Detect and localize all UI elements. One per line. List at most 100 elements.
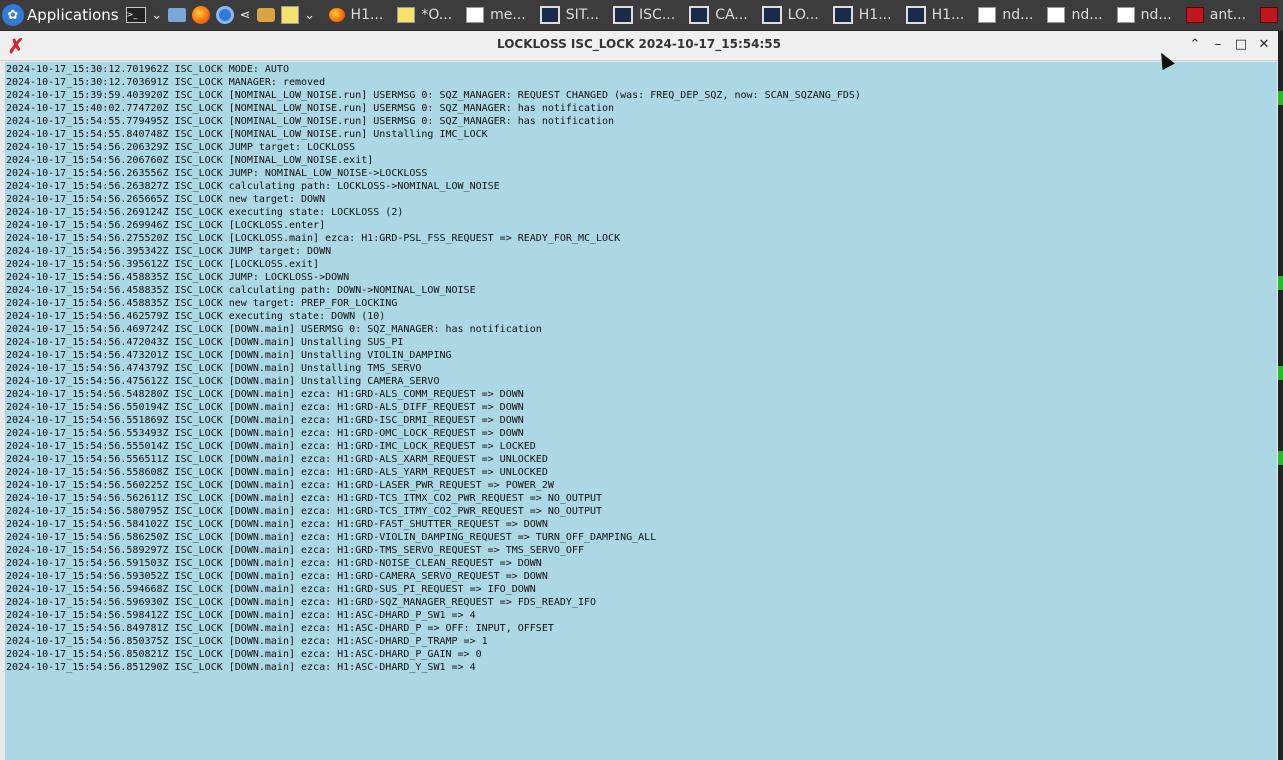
taskbar-task[interactable]: H1... (900, 2, 971, 28)
close-button[interactable]: ✕ (1255, 36, 1273, 54)
log-line: 2024-10-17_15:54:56.589297Z ISC_LOCK [DO… (6, 545, 584, 556)
log-line: 2024-10-17_15:54:56.553493Z ISC_LOCK [DO… (6, 428, 524, 439)
log-line: 2024-10-17_15:54:56.206760Z ISC_LOCK [NO… (6, 155, 374, 166)
log-line: 2024-10-17_15:54:56.591503Z ISC_LOCK [DO… (6, 558, 542, 569)
edge-marker (1278, 276, 1283, 290)
log-line: 2024-10-17_15:54:56.556511Z ISC_LOCK [DO… (6, 454, 548, 465)
log-line: 2024-10-17_15:54:56.596930Z ISC_LOCK [DO… (6, 597, 597, 608)
taskbar-task-label: ant... (1209, 7, 1247, 23)
log-line: 2024-10-17_15:39:59.403920Z ISC_LOCK [NO… (6, 90, 861, 101)
taskbar-task-label: CA... (715, 7, 748, 23)
minimize-button[interactable]: – (1209, 36, 1227, 54)
taskbar-task[interactable]: ant... (1180, 2, 1252, 28)
applications-label: Applications (27, 6, 119, 24)
taskbar-task[interactable]: nd... (972, 2, 1039, 28)
taskbar-task-label: LO... (787, 7, 819, 23)
taskbar-task-label: ISC... (639, 7, 676, 23)
taskbar-task-label: H1... (350, 7, 384, 23)
log-line: 2024-10-17_15:30:12.701962Z ISC_LOCK MOD… (6, 64, 289, 75)
firefox-launcher-icon[interactable] (191, 3, 210, 27)
taskbar-task[interactable]: nd... (1111, 2, 1178, 28)
log-line: 2024-10-17_15:54:56.263827Z ISC_LOCK cal… (6, 181, 500, 192)
window-icon (1047, 7, 1066, 23)
log-line: 2024-10-17_15:54:56.558608Z ISC_LOCK [DO… (6, 467, 548, 478)
monitor-icon (539, 6, 560, 24)
log-line: 2024-10-17_15:54:56.275520Z ISC_LOCK [LO… (6, 233, 621, 244)
taskbar-task[interactable]: ant... (1254, 2, 1283, 28)
monitor-icon (761, 6, 782, 24)
log-line: 2024-10-17_15:54:56.269946Z ISC_LOCK [LO… (6, 220, 326, 231)
log-line: 2024-10-17_15:54:56.584102Z ISC_LOCK [DO… (6, 519, 548, 530)
window-titlebar[interactable]: ✗ LOCKLOSS ISC_LOCK 2024-10-17_15:54:55 … (0, 31, 1278, 61)
log-line: 2024-10-17_15:54:56.551869Z ISC_LOCK [DO… (6, 415, 524, 426)
taskbar-task[interactable]: me... (460, 2, 532, 28)
red-terminal-icon (1185, 7, 1204, 23)
window-icon (978, 7, 997, 23)
lockloss-window: ✗ LOCKLOSS ISC_LOCK 2024-10-17_15:54:55 … (0, 31, 1278, 760)
log-line: 2024-10-17_15:54:56.395612Z ISC_LOCK [LO… (6, 259, 320, 270)
monitor-icon (905, 6, 926, 24)
log-line: 2024-10-17_15:30:12.703691Z ISC_LOCK MAN… (6, 77, 326, 88)
log-lines: 2024-10-17_15:30:12.701962Z ISC_LOCK MOD… (5, 62, 1277, 674)
applications-menu[interactable]: ✿ Applications (0, 0, 123, 30)
taskbar-task[interactable]: SIT... (534, 2, 605, 28)
log-line: 2024-10-17_15:54:56.562611Z ISC_LOCK [DO… (6, 493, 603, 504)
taskbar-task[interactable]: H1... (323, 2, 390, 28)
background-window-edge (1278, 31, 1283, 760)
taskbar-task[interactable]: *O... (391, 2, 458, 28)
taskbar-task-label: H1... (858, 7, 892, 23)
log-line: 2024-10-17_15:54:56.263556Z ISC_LOCK JUM… (6, 168, 428, 179)
distro-logo-icon: ✿ (2, 4, 24, 26)
log-line: 2024-10-17_15:54:56.851290Z ISC_LOCK [DO… (6, 662, 476, 673)
monitor-icon (832, 6, 853, 24)
file-manager-icon[interactable] (167, 3, 186, 27)
maximize-button[interactable]: □ (1232, 36, 1250, 54)
log-line: 2024-10-17_15:54:56.395342Z ISC_LOCK JUM… (6, 246, 332, 257)
log-line: 2024-10-17_15:54:56.850821Z ISC_LOCK [DO… (6, 649, 482, 660)
terminal-launcher-icon[interactable]: >_ (125, 3, 146, 27)
log-line: 2024-10-17_15:54:56.594668Z ISC_LOCK [DO… (6, 584, 536, 595)
log-line: 2024-10-17_15:54:56.206329Z ISC_LOCK JUM… (6, 142, 356, 153)
taskbar-task[interactable]: CA... (683, 2, 753, 28)
log-view[interactable]: 2024-10-17_15:30:12.701962Z ISC_LOCK MOD… (5, 62, 1277, 760)
taskbar-task-label: nd... (1071, 7, 1103, 23)
dropdown-icon[interactable]: ⌄ (151, 3, 162, 27)
taskbar-task-label: SIT... (565, 7, 600, 23)
log-line: 2024-10-17_15:54:56.265665Z ISC_LOCK new… (6, 194, 326, 205)
taskbar-task-label: *O... (421, 7, 453, 23)
log-line: 2024-10-17_15:54:56.555014Z ISC_LOCK [DO… (6, 441, 536, 452)
log-line: 2024-10-17_15:54:56.462579Z ISC_LOCK exe… (6, 311, 386, 322)
log-line: 2024-10-17_15:54:56.469724Z ISC_LOCK [DO… (6, 324, 542, 335)
log-line: 2024-10-17_15:54:56.593052Z ISC_LOCK [DO… (6, 571, 548, 582)
log-line: 2024-10-17_15:54:55.840748Z ISC_LOCK [NO… (6, 129, 488, 140)
log-line: 2024-10-17_15:54:56.458835Z ISC_LOCK new… (6, 298, 398, 309)
log-line: 2024-10-17_15:54:56.849781Z ISC_LOCK [DO… (6, 623, 554, 634)
log-line: 2024-10-17_15:54:56.474379Z ISC_LOCK [DO… (6, 363, 422, 374)
chrome-launcher-icon[interactable] (215, 3, 234, 27)
chevron-up-icon[interactable]: ⌃ (1186, 36, 1204, 54)
log-line: 2024-10-17_15:54:56.560225Z ISC_LOCK [DO… (6, 480, 554, 491)
users-icon[interactable] (256, 3, 275, 27)
log-line: 2024-10-17_15:54:56.458835Z ISC_LOCK cal… (6, 285, 476, 296)
monitor-icon (689, 6, 710, 24)
notes-launcher-icon[interactable] (280, 3, 299, 27)
taskbar: ✿ Applications >_ ⌄ ⋖ ⌄ H1... *O... me... S… (0, 0, 1283, 30)
log-line: 2024-10-17_15:54:56.586250Z ISC_LOCK [DO… (6, 532, 657, 543)
taskbar-task[interactable]: LO... (756, 2, 825, 28)
monitor-icon (613, 6, 634, 24)
taskbar-task-label: me... (490, 7, 526, 23)
log-line: 2024-10-17_15:54:56.580795Z ISC_LOCK [DO… (6, 506, 603, 517)
share-icon[interactable]: ⋖ (240, 3, 251, 27)
log-line: 2024-10-17_15:54:56.472043Z ISC_LOCK [DO… (6, 337, 404, 348)
edge-marker (1278, 451, 1283, 465)
log-line: 2024-10-17_15:54:56.269124Z ISC_LOCK exe… (6, 207, 404, 218)
taskbar-task[interactable]: H1... (827, 2, 898, 28)
log-line: 2024-10-17_15:54:56.850375Z ISC_LOCK [DO… (6, 636, 488, 647)
taskbar-task[interactable]: nd... (1041, 2, 1108, 28)
taskbar-task[interactable]: ISC... (607, 2, 681, 28)
taskbar-task-label: nd... (1002, 7, 1034, 23)
task-list: H1... *O... me... SIT... ISC... CA... LO... H1.… (322, 2, 1283, 28)
log-line: 2024-10-17_15:54:56.548280Z ISC_LOCK [DO… (6, 389, 524, 400)
dropdown-icon-2[interactable]: ⌄ (304, 3, 315, 27)
firefox-icon (328, 8, 345, 22)
